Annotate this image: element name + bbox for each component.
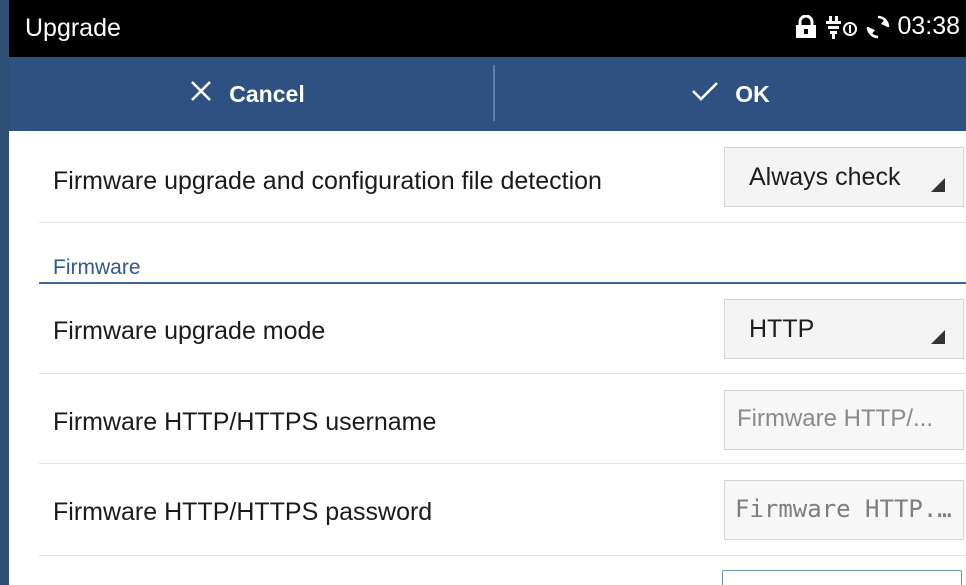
close-icon [189,79,213,109]
firmware-section-header: Firmware [39,223,966,284]
cancel-label: Cancel [229,80,305,107]
status-bar: Upgrade 03:38 [0,0,966,57]
upgrade-mode-label: Firmware upgrade mode [53,317,326,345]
dropdown-arrow-icon [931,330,945,344]
upgrade-mode-value: HTTP [749,315,815,343]
check-icon [691,80,719,108]
username-row: Firmware HTTP/HTTPS username Firmware HT… [39,374,966,464]
section-title: Firmware [53,256,141,279]
action-bar: Cancel OK [0,57,966,131]
username-label: Firmware HTTP/HTTPS username [53,408,437,436]
upgrade-mode-spinner[interactable]: HTTP [724,299,964,359]
clock-time: 03:38 [897,12,960,40]
username-input[interactable]: Firmware HTTP/... [724,390,964,450]
password-row: Firmware HTTP/HTTPS password Firmware HT… [39,464,966,556]
cancel-button[interactable]: Cancel [0,57,494,131]
upgrade-mode-row: Firmware upgrade mode HTTP [39,285,966,374]
detection-spinner[interactable]: Always check [724,147,964,207]
status-icons: 03:38 [795,12,960,41]
sync-icon [865,14,891,40]
window-title: Upgrade [25,14,121,42]
next-field-partial[interactable] [722,570,962,585]
dropdown-arrow-icon [931,178,945,192]
password-input[interactable]: Firmware HTTP... [724,480,964,540]
usb-icon [823,15,859,39]
detection-row: Firmware upgrade and configuration file … [39,131,966,223]
upgrade-screen: Upgrade 03:38 Cancel OK Firmware upgrade… [0,0,966,585]
ok-button[interactable]: OK [495,57,966,131]
detection-value: Always check [749,163,901,191]
lock-icon [795,14,817,39]
password-label: Firmware HTTP/HTTPS password [53,498,433,526]
detection-label: Firmware upgrade and configuration file … [53,167,602,195]
ok-label: OK [735,80,770,107]
